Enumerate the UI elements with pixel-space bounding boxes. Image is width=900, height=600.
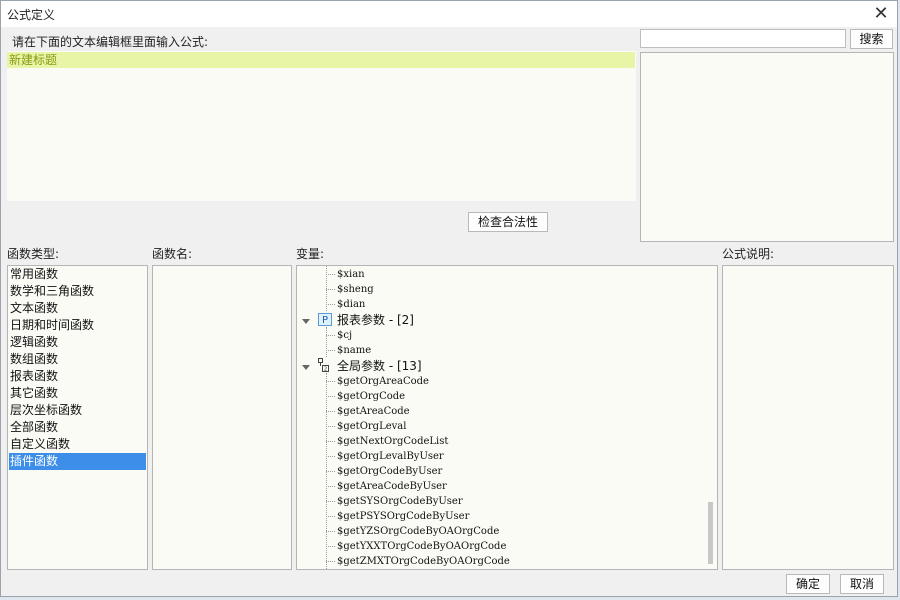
list-item[interactable]: 文本函数 bbox=[9, 300, 146, 317]
function-type-list: 常用函数 数学和三角函数 文本函数 日期和时间函数 逻辑函数 数组函数 报表函数… bbox=[7, 265, 148, 570]
ok-button[interactable]: 确定 bbox=[786, 574, 830, 594]
formula-desc-label: 公式说明: bbox=[722, 247, 775, 261]
formula-dialog: 公式定义 ✕ 请在下面的文本编辑框里面输入公式: 新建标题 检查合法性 搜索 函… bbox=[0, 0, 898, 597]
check-validity-button[interactable]: 检查合法性 bbox=[468, 212, 548, 232]
tree-connector bbox=[326, 501, 335, 502]
tree-connector bbox=[326, 304, 335, 305]
tree-connector bbox=[326, 396, 335, 397]
tree-connector bbox=[326, 456, 335, 457]
tree-item[interactable]: $dian bbox=[337, 297, 365, 312]
chevron-down-icon[interactable] bbox=[302, 365, 310, 370]
tree-connector bbox=[326, 546, 335, 547]
list-item[interactable]: 层次坐标函数 bbox=[9, 402, 146, 419]
editor-current-line: 新建标题 bbox=[7, 52, 635, 68]
tree-connector bbox=[326, 486, 335, 487]
tree-item[interactable]: $getOrgLevalByUser bbox=[337, 449, 444, 464]
tree-item[interactable]: $getOrgCode bbox=[337, 389, 405, 404]
tree-item[interactable]: $getZMXTOrgCodeByOAOrgCode bbox=[337, 554, 510, 569]
chevron-down-icon[interactable] bbox=[302, 319, 310, 324]
tree-connector bbox=[326, 289, 335, 290]
tree-connector bbox=[326, 426, 335, 427]
tree-group-global[interactable]: 全局参数 - [13] bbox=[337, 359, 422, 374]
list-item[interactable]: 常用函数 bbox=[9, 266, 146, 283]
function-name-label: 函数名: bbox=[152, 247, 193, 261]
tree-item[interactable]: $getYXXTOrgCodeByOAOrgCode bbox=[337, 539, 506, 554]
formula-description-panel bbox=[722, 265, 894, 570]
tree-item[interactable]: $getOrgCodeByUser bbox=[337, 464, 442, 479]
list-item[interactable]: 数组函数 bbox=[9, 351, 146, 368]
tree-item[interactable]: $getOrgAreaCode bbox=[337, 374, 429, 389]
search-button[interactable]: 搜索 bbox=[850, 29, 893, 49]
tree-connector bbox=[326, 327, 327, 357]
list-item[interactable]: 数学和三角函数 bbox=[9, 283, 146, 300]
tree-item[interactable]: $getAreaCode bbox=[337, 404, 410, 419]
list-item-selected[interactable]: 插件函数 bbox=[9, 453, 146, 470]
tree-item[interactable]: $getPSYSOrgCodeByUser bbox=[337, 509, 469, 524]
cancel-button[interactable]: 取消 bbox=[840, 574, 884, 594]
list-item[interactable]: 日期和时间函数 bbox=[9, 317, 146, 334]
list-item[interactable]: 全部函数 bbox=[9, 419, 146, 436]
tree-connector bbox=[326, 274, 335, 275]
instruction-label: 请在下面的文本编辑框里面输入公式: bbox=[12, 35, 209, 49]
tree-connector bbox=[326, 441, 335, 442]
tree-connector bbox=[326, 531, 335, 532]
tree-item[interactable]: $getAreaCodeByUser bbox=[337, 479, 447, 494]
function-type-label: 函数类型: bbox=[7, 247, 60, 261]
tree-connector bbox=[326, 381, 335, 382]
tree-connector bbox=[326, 471, 335, 472]
tree-connector bbox=[326, 516, 335, 517]
close-icon[interactable]: ✕ bbox=[871, 4, 891, 24]
title-bar: 公式定义 ✕ bbox=[1, 1, 897, 27]
list-item[interactable]: 报表函数 bbox=[9, 368, 146, 385]
search-results-panel[interactable] bbox=[640, 52, 894, 242]
variables-tree[interactable]: $xian $sheng $dian P 报表参数 - [2] $cj $nam… bbox=[296, 265, 718, 570]
tree-item[interactable]: $getYZSOrgCodeByOAOrgCode bbox=[337, 524, 499, 539]
global-param-icon: 2 bbox=[316, 358, 330, 373]
tree-group-report[interactable]: 报表参数 - [2] bbox=[337, 313, 414, 328]
function-name-list[interactable] bbox=[152, 265, 292, 570]
tree-item[interactable]: $getSYSOrgCodeByUser bbox=[337, 494, 463, 509]
tree-item[interactable]: $sheng bbox=[337, 282, 374, 297]
tree-item[interactable]: $getNextOrgCodeList bbox=[337, 434, 448, 449]
tree-connector bbox=[326, 561, 335, 562]
search-input[interactable] bbox=[640, 29, 846, 48]
list-item[interactable]: 逻辑函数 bbox=[9, 334, 146, 351]
list-item[interactable]: 自定义函数 bbox=[9, 436, 146, 453]
tree-item[interactable]: $name bbox=[337, 343, 371, 358]
tree-item[interactable]: $xian bbox=[337, 267, 365, 282]
dialog-title: 公式定义 bbox=[7, 8, 56, 22]
list-item[interactable]: 其它函数 bbox=[9, 385, 146, 402]
p-icon: P bbox=[318, 313, 332, 326]
tree-item[interactable]: $getOrgLeval bbox=[337, 419, 406, 434]
tree-item[interactable]: $cj bbox=[337, 328, 352, 343]
variables-label: 变量: bbox=[296, 247, 325, 261]
svg-text:2: 2 bbox=[324, 367, 327, 373]
tree-connector bbox=[326, 350, 335, 351]
tree-connector bbox=[326, 335, 335, 336]
formula-editor[interactable]: 新建标题 bbox=[7, 51, 636, 201]
variables-scrollbar-thumb[interactable] bbox=[708, 502, 713, 564]
tree-connector bbox=[326, 411, 335, 412]
